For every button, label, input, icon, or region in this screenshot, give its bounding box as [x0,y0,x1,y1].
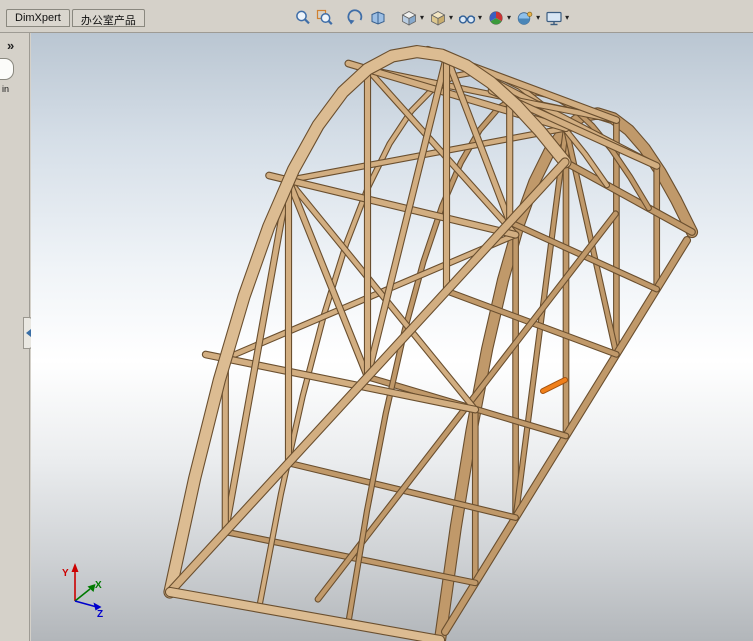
apply-scene-icon [517,11,533,25]
graphics-viewport[interactable]: Y X Z [31,33,753,641]
previous-view-button[interactable] [346,8,366,28]
zoom-to-fit-button[interactable] [293,8,313,28]
collapsed-feature-manager-panel: » in [0,33,33,641]
view-settings-dropdown[interactable]: ▾ [565,8,569,28]
previous-view-icon [347,9,363,25]
apply-scene-button[interactable] [515,8,535,28]
edit-appearance-dropdown[interactable]: ▾ [507,8,511,28]
monitor-icon [546,11,562,26]
view-settings-button[interactable] [544,8,564,28]
display-style-cube-icon [430,11,446,26]
glasses-icon [458,15,476,24]
panel-tab-handle[interactable] [0,58,14,80]
zoom-to-fit-icon [296,10,310,25]
edit-appearance-button[interactable] [486,8,506,28]
collapse-arrow-icon [25,329,31,337]
heads-up-view-toolbar: ▾ ▾ ▾ ▾ ▾ ▾ [293,8,571,28]
triad-y-arrow [71,563,79,572]
zoom-to-area-button[interactable] [315,8,335,28]
tab-dimxpert[interactable]: DimXpert [6,9,70,27]
wooden-bridge-model[interactable] [163,45,699,641]
display-style-dropdown[interactable]: ▾ [449,8,453,28]
triad-y-label: Y [62,568,69,579]
display-style-button[interactable] [428,8,448,28]
scene-canvas: Y X Z [62,45,699,641]
hide-show-items-dropdown[interactable]: ▾ [478,8,482,28]
zoom-to-area-icon [316,9,333,25]
view-orientation-button[interactable] [399,8,419,28]
triad-z-label: Z [97,609,103,620]
orientation-triad: Y X Z [62,563,103,620]
unit-label: in [2,84,10,94]
view-orientation-cube-icon [401,11,417,26]
tab-office-products[interactable]: 办公室产品 [71,9,145,27]
appearance-color-sphere-icon [489,11,503,25]
hide-show-items-button[interactable] [457,8,477,28]
3d-drawing-view-button[interactable] [368,8,388,28]
view-orientation-dropdown[interactable]: ▾ [420,8,424,28]
expand-panel-button[interactable]: » [7,38,14,53]
3d-drawing-view-icon [371,11,385,25]
top-toolbar: DimXpert 办公室产品 ▾ ▾ ▾ ▾ ▾ ▾ [0,0,753,33]
apply-scene-dropdown[interactable]: ▾ [536,8,540,28]
triad-x-label: X [95,580,102,591]
command-manager-tabs: DimXpert 办公室产品 [6,9,147,27]
